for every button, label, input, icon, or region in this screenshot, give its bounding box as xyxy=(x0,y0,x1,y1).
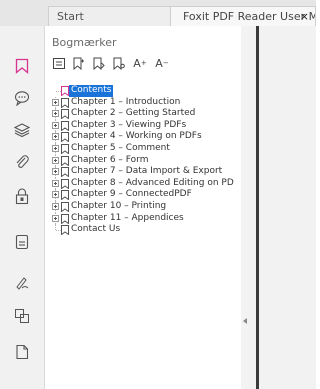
shrink-text-icon[interactable]: A − xyxy=(154,56,170,70)
expand-icon[interactable] xyxy=(52,121,59,129)
bookmark-label: Chapter 8 – Advanced Editing on PD xyxy=(71,177,234,188)
bookmark-label: Chapter 6 – Form xyxy=(71,154,149,165)
bookmark-label: Chapter 9 – ConnectedPDF xyxy=(71,189,192,200)
panel-title: Bogmærker xyxy=(52,36,117,49)
expand-icon[interactable] xyxy=(52,156,59,164)
new-bookmark-icon[interactable] xyxy=(92,56,106,70)
tab-bar: Start Foxit PDF Reader User M... × xyxy=(0,0,316,27)
bookmark-item-chapter-3[interactable]: Chapter 3 – Viewing PDFs xyxy=(52,119,241,132)
expand-icon[interactable] xyxy=(52,110,59,118)
bookmark-icon xyxy=(61,86,69,96)
bookmark-label: Chapter 7 – Data Import & Export xyxy=(71,166,223,177)
bookmark-item-chapter-5[interactable]: Chapter 5 – Comment xyxy=(52,142,241,155)
bookmark-icon xyxy=(61,143,69,154)
bookmark-icon xyxy=(61,201,69,212)
bookmark-item-contents[interactable]: Contents xyxy=(52,85,241,97)
bookmark-label: Chapter 5 – Comment xyxy=(71,142,170,153)
bookmarks-panel: Bogmærker A + A − Contents Chapter 1 – I… xyxy=(45,26,241,389)
navigation-toolbar xyxy=(0,26,45,389)
bookmark-icon xyxy=(61,120,69,131)
bookmark-icon xyxy=(61,155,69,166)
expand-icon[interactable] xyxy=(52,98,59,106)
bookmark-item-chapter-4[interactable]: Chapter 4 – Working on PDFs xyxy=(52,131,241,143)
bookmark-label: Chapter 4 – Working on PDFs xyxy=(71,131,202,142)
bookmark-icon xyxy=(61,97,69,108)
expand-icon[interactable] xyxy=(52,191,59,199)
expand-icon[interactable] xyxy=(52,168,59,176)
bookmark-item-contact-us[interactable]: Contact Us xyxy=(52,224,241,236)
bookmark-label: Chapter 2 – Getting Started xyxy=(71,108,196,119)
bookmark-icon xyxy=(61,213,69,224)
bookmark-item-chapter-1[interactable]: Chapter 1 – Introduction xyxy=(52,96,241,109)
bookmark-icon xyxy=(61,225,69,236)
expand-icon[interactable] xyxy=(52,202,59,210)
layers-icon[interactable] xyxy=(12,120,32,140)
bookmark-item-chapter-9[interactable]: Chapter 9 – ConnectedPDF xyxy=(52,189,241,201)
expand-icon[interactable] xyxy=(52,133,59,141)
expand-icon[interactable] xyxy=(52,144,59,152)
attachment-icon[interactable] xyxy=(12,152,32,172)
tab-document[interactable]: Foxit PDF Reader User M... × xyxy=(170,6,316,26)
bookmark-label: Contact Us xyxy=(71,224,121,235)
bookmark-label: Chapter 11 – Appendices xyxy=(71,212,184,223)
bookmark-item-chapter-7[interactable]: Chapter 7 – Data Import & Export xyxy=(52,166,241,178)
options-icon[interactable] xyxy=(52,56,66,70)
bookmark-tree: Contents Chapter 1 – Introduction Chapte… xyxy=(52,85,241,236)
bookmark-icon xyxy=(61,109,69,120)
add-bookmark-icon[interactable] xyxy=(72,56,86,70)
bookmark-item-chapter-11[interactable]: Chapter 11 – Appendices xyxy=(52,212,241,225)
bookmark-label: Contents xyxy=(69,85,114,97)
bookmark-settings-icon[interactable] xyxy=(112,56,126,70)
panel-splitter[interactable] xyxy=(241,26,249,389)
bookmark-icon xyxy=(61,132,69,143)
enlarge-text-icon[interactable]: A + xyxy=(132,56,148,70)
collapse-panel-icon[interactable] xyxy=(243,318,247,324)
expand-icon[interactable] xyxy=(52,179,59,187)
tab-start[interactable]: Start xyxy=(48,6,172,26)
bookmark-item-chapter-10[interactable]: Chapter 10 – Printing xyxy=(52,200,241,213)
signature-icon[interactable] xyxy=(12,272,32,292)
bookmark-icon xyxy=(61,178,69,189)
bookmark-item-chapter-2[interactable]: Chapter 2 – Getting Started xyxy=(52,108,241,120)
document-page-edge xyxy=(256,26,259,389)
bookmark-icon[interactable] xyxy=(12,56,32,76)
bookmark-item-chapter-8[interactable]: Chapter 8 – Advanced Editing on PD xyxy=(52,177,241,190)
comment-icon[interactable] xyxy=(12,88,32,108)
document-icon[interactable] xyxy=(12,342,32,362)
bookmark-icon xyxy=(61,190,69,201)
tab-document-label: Foxit PDF Reader User M... xyxy=(183,10,316,23)
security-icon[interactable] xyxy=(12,186,32,206)
bookmark-item-chapter-6[interactable]: Chapter 6 – Form xyxy=(52,154,241,167)
expand-icon[interactable] xyxy=(52,214,59,222)
bookmark-label: Chapter 3 – Viewing PDFs xyxy=(71,119,187,130)
compare-icon[interactable] xyxy=(12,306,32,326)
bookmark-toolbar: A + A − xyxy=(52,55,170,71)
bookmark-label: Chapter 1 – Introduction xyxy=(71,96,181,107)
close-tab-icon[interactable]: × xyxy=(300,7,309,26)
bookmark-icon xyxy=(61,167,69,178)
bookmark-label: Chapter 10 – Printing xyxy=(71,200,167,211)
pages-icon[interactable] xyxy=(12,232,32,252)
document-view[interactable] xyxy=(249,26,316,389)
